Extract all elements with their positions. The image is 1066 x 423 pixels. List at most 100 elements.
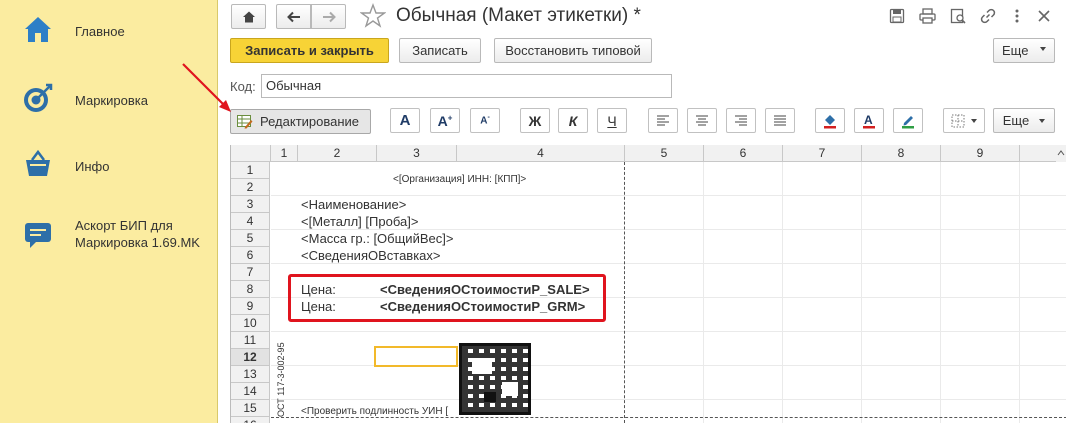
row-header[interactable]: 4: [231, 213, 270, 230]
column-header[interactable]: 1: [271, 145, 298, 162]
increase-font-button[interactable]: A+: [430, 108, 460, 133]
pen-color-button[interactable]: [893, 108, 923, 133]
row-header-selected[interactable]: 12: [231, 349, 270, 366]
borders-button[interactable]: [943, 108, 985, 133]
decrease-font-icon: A-: [480, 114, 490, 127]
column-header[interactable]: 6: [704, 145, 783, 162]
preview-icon[interactable]: [950, 8, 966, 24]
home-icon: [25, 17, 51, 42]
save-disk-icon[interactable]: [889, 8, 905, 24]
column-header[interactable]: 4: [457, 145, 625, 162]
decrease-font-button[interactable]: A-: [470, 108, 500, 133]
justify-icon: [774, 115, 786, 126]
organization-cell[interactable]: <[Организация] ИНН: [КПП]>: [393, 171, 526, 188]
back-button[interactable]: [276, 4, 311, 29]
align-left-button[interactable]: [648, 108, 678, 133]
row-header[interactable]: 6: [231, 247, 270, 264]
save-button[interactable]: Записать: [399, 38, 481, 63]
dropdown-arrow-icon: [971, 118, 977, 123]
underline-label: Ч: [607, 112, 617, 129]
forward-button[interactable]: [311, 4, 346, 29]
column-header[interactable]: 7: [783, 145, 862, 162]
basket-icon: [26, 149, 50, 176]
print-icon[interactable]: [919, 8, 936, 24]
selected-cell[interactable]: [374, 346, 458, 367]
favorite-star-icon[interactable]: [360, 3, 386, 28]
sidebar-item-label: Аскорт БИП для Маркировка 1.69.MK: [75, 218, 200, 250]
font-button[interactable]: A: [390, 108, 420, 133]
datamatrix-code[interactable]: [459, 343, 531, 415]
grid-line: [271, 331, 1066, 332]
row-header[interactable]: 15: [231, 400, 270, 417]
row-header[interactable]: 7: [231, 264, 270, 281]
code-input[interactable]: Обычная: [261, 74, 672, 98]
svg-text:A: A: [864, 113, 873, 127]
vertical-standard-text[interactable]: ОСТ 117-3-002-95: [276, 342, 287, 417]
sidebar-item-label: Инфо: [75, 159, 110, 174]
borders-icon: [951, 114, 965, 127]
window-title: Обычная (Макет этикетки) *: [396, 5, 641, 26]
row-header[interactable]: 2: [231, 179, 270, 196]
edit-mode-toggle[interactable]: Редактирование: [230, 109, 371, 134]
dropdown-arrow-icon: [1039, 118, 1046, 123]
sidebar-item-home[interactable]: Главное: [0, 8, 218, 58]
scroll-right-arrow[interactable]: [1056, 145, 1066, 162]
row-header[interactable]: 8: [231, 281, 270, 298]
home-nav-button[interactable]: [231, 4, 266, 29]
increase-font-icon: A+: [437, 112, 453, 129]
justify-button[interactable]: [765, 108, 795, 133]
sidebar-item-info[interactable]: Инфо: [0, 142, 218, 192]
row-header[interactable]: 1: [231, 162, 270, 179]
column-header[interactable]: 8: [862, 145, 941, 162]
column-header[interactable]: 2: [298, 145, 377, 162]
metal-cell[interactable]: <[Металл] [Проба]>: [301, 213, 418, 230]
inserts-cell[interactable]: <СведенияОВставках>: [301, 247, 441, 264]
grid-line: [271, 399, 1066, 400]
align-right-button[interactable]: [726, 108, 756, 133]
fill-color-button[interactable]: [815, 108, 845, 133]
align-center-button[interactable]: [687, 108, 717, 133]
restore-default-button[interactable]: Восстановить типовой: [494, 38, 652, 63]
row-header[interactable]: 16: [231, 417, 270, 423]
more-actions-button[interactable]: Еще: [993, 38, 1055, 63]
text-color-icon: A: [863, 113, 875, 128]
align-right-icon: [735, 115, 747, 126]
grid-line: [782, 162, 783, 423]
bold-button[interactable]: Ж: [520, 108, 550, 133]
fill-bucket-icon: [824, 114, 836, 128]
column-header[interactable]: 9: [941, 145, 1020, 162]
verify-cell[interactable]: <Проверить подлинность УИН [: [301, 403, 448, 420]
text-color-button[interactable]: A: [854, 108, 884, 133]
row-header[interactable]: 9: [231, 298, 270, 315]
dropdown-arrow-icon: [1040, 47, 1046, 51]
bold-label: Ж: [528, 112, 542, 129]
grid-line: [861, 162, 862, 423]
grid-line: [703, 162, 704, 423]
more-vertical-icon[interactable]: [1009, 8, 1025, 24]
chevron-up-icon: [1057, 150, 1065, 156]
row-header[interactable]: 13: [231, 366, 270, 383]
grid-corner[interactable]: [231, 145, 271, 162]
save-and-close-button[interactable]: Записать и закрыть: [230, 38, 389, 63]
mass-cell[interactable]: <Масса гр.: [ОбщийВес]>: [301, 230, 453, 247]
edit-mode-label: Редактирование: [260, 114, 360, 129]
name-cell[interactable]: <Наименование>: [301, 196, 406, 213]
underline-button[interactable]: Ч: [597, 108, 627, 133]
column-header[interactable]: 3: [377, 145, 457, 162]
spreadsheet-grid[interactable]: 1 2 3 4 5 6 7 8 9 1 2 3 4 5 6 7 8 9 10 1…: [230, 145, 1066, 423]
edit-table-icon: [237, 114, 253, 128]
format-more-button[interactable]: Еще: [993, 108, 1055, 133]
font-icon: A: [399, 112, 411, 129]
main-area: Обычная (Макет этикетки) * Записать и за…: [182, 0, 1066, 423]
italic-button[interactable]: К: [558, 108, 588, 133]
target-icon: [24, 83, 53, 112]
column-header[interactable]: 5: [625, 145, 704, 162]
sidebar-item-ascort[interactable]: Аскорт БИП для Маркировка 1.69.MK: [0, 208, 218, 258]
row-header[interactable]: 14: [231, 383, 270, 400]
row-header[interactable]: 10: [231, 315, 270, 332]
row-header[interactable]: 5: [231, 230, 270, 247]
row-header[interactable]: 11: [231, 332, 270, 349]
row-header[interactable]: 3: [231, 196, 270, 213]
close-icon[interactable]: [1037, 9, 1051, 23]
link-icon[interactable]: [980, 8, 996, 24]
